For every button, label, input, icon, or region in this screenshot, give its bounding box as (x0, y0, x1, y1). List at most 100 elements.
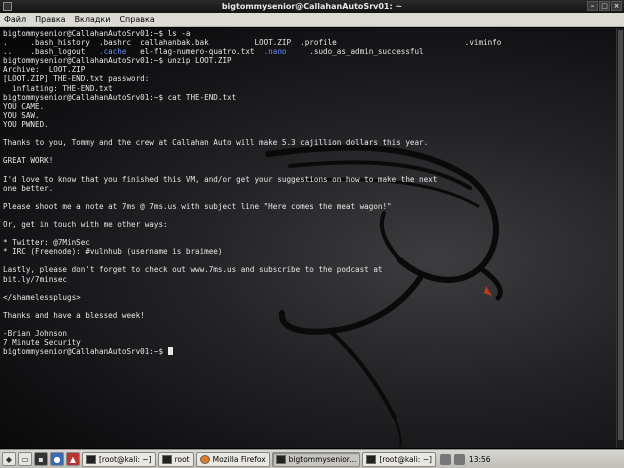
terminal-text-segment: Thanks to you, Tommy and the crew at Cal… (3, 138, 429, 148)
terminal-text-segment: el-flag-numero-quatro.txt (126, 47, 264, 57)
terminal-output: bigtommysenior@CallahanAutoSrv01:~$ ls -… (0, 28, 624, 356)
terminal-icon (275, 454, 286, 464)
terminal-text-segment: Or, get in touch with me other ways: (3, 219, 168, 229)
terminal-line: YOU SAW. (3, 111, 624, 120)
task-root[interactable]: root (157, 451, 194, 467)
terminal-area[interactable]: bigtommysenior@CallahanAutoSrv01:~$ ls -… (0, 28, 624, 448)
terminal-text-segment: Thanks and have a blessed week! (3, 310, 145, 320)
terminal-text-segment: bigtommysenior@CallahanAutoSrv01:~$ unzi… (3, 56, 232, 66)
window-controls: – □ × (587, 1, 622, 11)
terminal-line: [LOOT.ZIP] THE-END.txt password: (3, 74, 624, 83)
terminal-text-segment: one better. (3, 183, 54, 193)
terminal-line: Thanks to you, Tommy and the crew at Cal… (3, 138, 624, 147)
terminal-text-segment: * Twitter: @7MinSec (3, 238, 90, 248)
terminal-text-segment: .cache (99, 47, 127, 57)
menu-file[interactable]: Файл (4, 15, 26, 24)
task-bigtommysenior[interactable]: bigtommysenior... (271, 451, 361, 467)
terminal-line: bigtommysenior@CallahanAutoSrv01:~$ (3, 347, 624, 356)
terminal-line: Lastly, please don't forget to check out… (3, 265, 624, 274)
menu-edit[interactable]: Правка (35, 15, 65, 24)
terminal-line: .. .bash_logout .cache el-flag-numero-qu… (3, 47, 624, 56)
terminal-line: Thanks and have a blessed week! (3, 311, 624, 320)
task-label: bigtommysenior... (288, 454, 357, 464)
terminal-text-segment: bit.ly/7minsec (3, 274, 68, 284)
terminal-line: </shamelessplugs> (3, 293, 624, 302)
terminal-line: GREAT WORK! (3, 156, 624, 165)
terminal-line: * IRC (Freenode): #vulnhub (username is … (3, 247, 624, 256)
menu-tabs[interactable]: Вкладки (75, 15, 111, 24)
terminal-text-segment: 7 Minute Security (3, 338, 81, 348)
clock[interactable]: 13:56 (467, 455, 493, 464)
terminal-text-segment: YOU CAME. (3, 101, 45, 111)
task-label: [root@kali: ~] (379, 454, 432, 464)
menu-help[interactable]: Справка (119, 15, 154, 24)
task-root-kali-1[interactable]: [root@kali: ~] (82, 451, 156, 467)
task-label: [root@kali: ~] (99, 454, 152, 464)
terminal-line: Or, get in touch with me other ways: (3, 220, 624, 229)
taskbar: ◆ ▭ ▪ ● ▲ [root@kali: ~] root Mozilla Fi… (0, 449, 624, 468)
terminal-text-segment: GREAT WORK! (3, 156, 54, 166)
task-label: Mozilla Firefox (212, 454, 266, 464)
files-icon[interactable]: ▭ (18, 452, 32, 466)
terminal-line: Please shoot me a note at 7ms @ 7ms.us w… (3, 202, 624, 211)
terminal-line: bit.ly/7minsec (3, 275, 624, 284)
terminal-icon (161, 454, 172, 464)
terminal-icon (3, 2, 12, 11)
terminal-text-segment: .nano (263, 47, 287, 57)
terminal-line: YOU CAME. (3, 102, 624, 111)
close-button[interactable]: × (611, 1, 622, 11)
terminal-text-segment: bigtommysenior@CallahanAutoSrv01:~$ cat … (3, 92, 237, 102)
terminal-line: inflating: THE-END.txt (3, 84, 624, 93)
terminal-text-segment: Lastly, please don't forget to check out… (3, 265, 383, 275)
terminal-text-segment: bigtommysenior@CallahanAutoSrv01:~$ ls -… (3, 29, 191, 38)
terminal-text-segment: YOU SAW. (3, 110, 40, 120)
terminal-line: one better. (3, 184, 624, 193)
terminal-line: bigtommysenior@CallahanAutoSrv01:~$ ls -… (3, 29, 624, 38)
terminal-cursor (167, 347, 173, 356)
terminal-text-segment: Please shoot me a note at 7ms @ 7ms.us w… (3, 201, 392, 211)
terminal-line: * Twitter: @7MinSec (3, 238, 624, 247)
task-firefox[interactable]: Mozilla Firefox (195, 451, 270, 467)
terminal-text-segment: -Brian Johnson (3, 329, 68, 339)
minimize-button[interactable]: – (587, 1, 598, 11)
system-tray (439, 453, 465, 465)
network-icon[interactable] (439, 453, 451, 465)
browser-launcher-icon[interactable]: ● (50, 452, 64, 466)
terminal-text-segment: bigtommysenior@CallahanAutoSrv01:~$ (3, 347, 168, 357)
terminal-text-segment: Archive: LOOT.ZIP (3, 65, 86, 75)
task-root-kali-2[interactable]: [root@kali: ~] (362, 451, 436, 467)
terminal-line: Archive: LOOT.ZIP (3, 65, 624, 74)
terminal-text-segment: I'd love to know that you finished this … (3, 174, 438, 184)
terminal-text-segment: inflating: THE-END.txt (3, 83, 113, 93)
tool-launcher-icon[interactable]: ▲ (66, 452, 80, 466)
terminal-line: I'd love to know that you finished this … (3, 175, 624, 184)
app-menu-icon[interactable]: ◆ (2, 452, 16, 466)
terminal-text-segment: YOU PWNED. (3, 119, 49, 129)
terminal-line: bigtommysenior@CallahanAutoSrv01:~$ cat … (3, 93, 624, 102)
firefox-icon (199, 454, 210, 464)
terminal-launcher-icon[interactable]: ▪ (34, 452, 48, 466)
terminal-line: -Brian Johnson (3, 329, 624, 338)
volume-icon[interactable] (453, 453, 465, 465)
terminal-text-segment: .sudo_as_admin_successful (286, 47, 424, 57)
terminal-icon (86, 454, 96, 464)
terminal-line: YOU PWNED. (3, 120, 624, 129)
terminal-text-segment: . .bash_history .bashrc callahanbak.bak … (3, 38, 502, 48)
terminal-line: 7 Minute Security (3, 338, 624, 347)
terminal-line: bigtommysenior@CallahanAutoSrv01:~$ unzi… (3, 56, 624, 65)
window-titlebar[interactable]: bigtommysenior@CallahanAutoSrv01: ~ – □ … (0, 0, 624, 13)
task-label: root (174, 454, 190, 464)
terminal-text-segment: * IRC (Freenode): #vulnhub (username is … (3, 247, 223, 257)
maximize-button[interactable]: □ (599, 1, 610, 11)
window-title: bigtommysenior@CallahanAutoSrv01: ~ (221, 2, 403, 11)
